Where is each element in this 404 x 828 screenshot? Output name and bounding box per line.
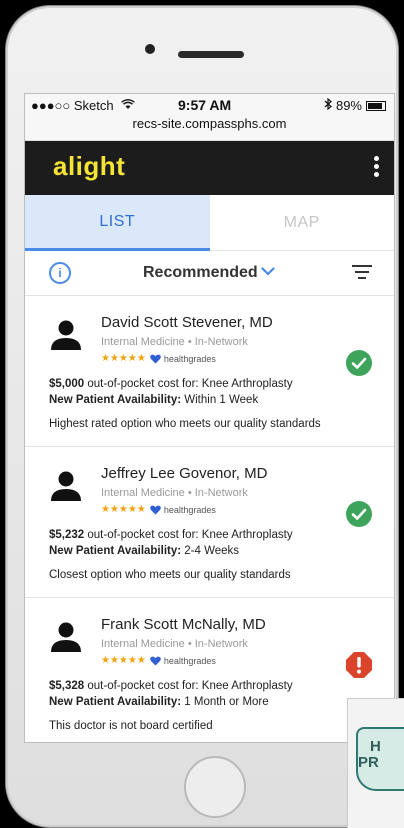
provider-rating: ★★★★★ healthgrades bbox=[101, 655, 216, 666]
cost-line: $5,328 out-of-pocket cost for: Knee Arth… bbox=[49, 680, 293, 692]
healthgrades-text: healthgrades bbox=[163, 353, 216, 364]
alight-logo: alight bbox=[53, 151, 126, 181]
cost-amount: $5,000 bbox=[49, 378, 85, 390]
provider-specialty: Internal Medicine • In-Network bbox=[101, 336, 248, 348]
overlay-badge-text: H PR bbox=[358, 738, 381, 771]
overlay-badge-image: H PR bbox=[347, 698, 404, 828]
sort-bar: i Recommended bbox=[25, 251, 394, 296]
provider-note: Closest option who meets our quality sta… bbox=[49, 569, 291, 581]
status-bar: ●●●○○ Sketch 9:57 AM 89% bbox=[25, 94, 394, 116]
phone-screen: ●●●○○ Sketch 9:57 AM 89% recs-site.compa… bbox=[24, 93, 395, 743]
cost-amount: $5,328 bbox=[49, 680, 85, 692]
cost-line: $5,000 out-of-pocket cost for: Knee Arth… bbox=[49, 378, 293, 390]
provider-rating: ★★★★★ healthgrades bbox=[101, 504, 216, 515]
tab-list[interactable]: LIST bbox=[25, 195, 210, 251]
availability-line: New Patient Availability: 2-4 Weeks bbox=[49, 545, 239, 557]
wifi-icon bbox=[121, 98, 135, 113]
check-circle-icon bbox=[346, 501, 372, 527]
url-text: recs-site.compassphs.com bbox=[132, 116, 287, 131]
cost-line: $5,232 out-of-pocket cost for: Knee Arth… bbox=[49, 529, 293, 541]
cost-description: out-of-pocket cost for: Knee Arthroplast… bbox=[84, 680, 293, 692]
more-menu-icon[interactable] bbox=[374, 156, 380, 177]
provider-note: This doctor is not board certified bbox=[49, 720, 213, 732]
person-icon bbox=[51, 471, 81, 501]
star-rating: ★★★★★ bbox=[101, 504, 146, 515]
phone-frame: ●●●○○ Sketch 9:57 AM 89% recs-site.compa… bbox=[6, 6, 398, 827]
provider-card[interactable]: Jeffrey Lee Govenor, MD Internal Medicin… bbox=[25, 447, 394, 598]
battery-icon bbox=[366, 100, 386, 111]
status-right: 89% bbox=[324, 97, 386, 113]
app-header: alight bbox=[25, 141, 394, 195]
url-bar[interactable]: recs-site.compassphs.com bbox=[25, 116, 394, 141]
home-button[interactable] bbox=[184, 756, 246, 818]
person-icon bbox=[51, 622, 81, 652]
healthgrades-logo: healthgrades bbox=[150, 656, 216, 666]
tab-map[interactable]: MAP bbox=[209, 195, 394, 251]
provider-specialty: Internal Medicine • In-Network bbox=[101, 487, 248, 499]
person-icon bbox=[51, 320, 81, 350]
bluetooth-icon bbox=[324, 97, 332, 113]
provider-card[interactable]: David Scott Stevener, MD Internal Medici… bbox=[25, 296, 394, 447]
view-tabs: LIST MAP bbox=[25, 195, 394, 251]
provider-card[interactable]: Frank Scott McNally, MD Internal Medicin… bbox=[25, 598, 394, 742]
chevron-down-icon[interactable] bbox=[261, 267, 275, 276]
alert-octagon-icon bbox=[346, 652, 372, 678]
healthgrades-logo: healthgrades bbox=[150, 354, 216, 364]
provider-rating: ★★★★★ healthgrades bbox=[101, 353, 216, 364]
provider-name[interactable]: David Scott Stevener, MD bbox=[101, 314, 273, 331]
healthgrades-text: healthgrades bbox=[163, 655, 216, 666]
healthgrades-logo: healthgrades bbox=[150, 505, 216, 515]
sort-dropdown-label[interactable]: Recommended bbox=[143, 264, 258, 282]
filter-icon[interactable] bbox=[352, 265, 372, 283]
cost-description: out-of-pocket cost for: Knee Arthroplast… bbox=[84, 378, 293, 390]
clock: 9:57 AM bbox=[178, 97, 232, 113]
camera-lens bbox=[145, 44, 155, 54]
overlay-text-line2: PR bbox=[358, 754, 379, 771]
availability-label: New Patient Availability: bbox=[49, 696, 182, 708]
availability-value: 2-4 Weeks bbox=[181, 545, 240, 557]
availability-label: New Patient Availability: bbox=[49, 394, 182, 406]
provider-note: Highest rated option who meets our quali… bbox=[49, 418, 321, 430]
healthgrades-text: healthgrades bbox=[163, 504, 216, 515]
star-rating: ★★★★★ bbox=[101, 353, 146, 364]
star-rating: ★★★★★ bbox=[101, 655, 146, 666]
check-circle-icon bbox=[346, 350, 372, 376]
earpiece-speaker bbox=[178, 51, 244, 58]
provider-specialty: Internal Medicine • In-Network bbox=[101, 638, 248, 650]
provider-name[interactable]: Frank Scott McNally, MD bbox=[101, 616, 266, 633]
cost-description: out-of-pocket cost for: Knee Arthroplast… bbox=[84, 529, 293, 541]
cost-amount: $5,232 bbox=[49, 529, 85, 541]
info-icon[interactable]: i bbox=[49, 262, 71, 284]
availability-label: New Patient Availability: bbox=[49, 545, 182, 557]
availability-value: Within 1 Week bbox=[181, 394, 259, 406]
provider-name[interactable]: Jeffrey Lee Govenor, MD bbox=[101, 465, 267, 482]
carrier-label: ●●●○○ Sketch bbox=[31, 98, 114, 113]
overlay-text-line1: H bbox=[370, 738, 381, 755]
availability-value: 1 Month or More bbox=[181, 696, 269, 708]
availability-line: New Patient Availability: Within 1 Week bbox=[49, 394, 258, 406]
availability-line: New Patient Availability: 1 Month or Mor… bbox=[49, 696, 269, 708]
battery-percent: 89% bbox=[335, 98, 362, 113]
